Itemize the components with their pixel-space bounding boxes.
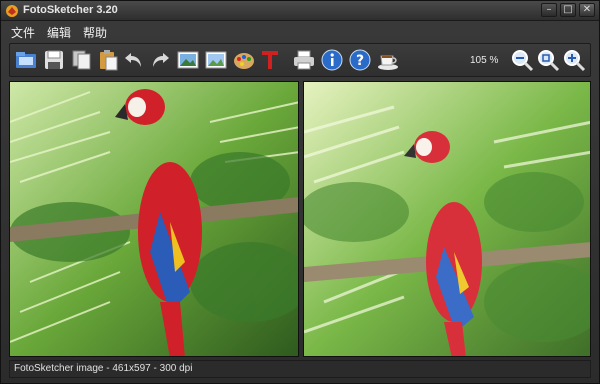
print-icon[interactable] — [292, 48, 316, 72]
close-button[interactable]: ✕ — [579, 3, 595, 17]
status-text: FotoSketcher image - 461x597 - 300 dpi — [14, 363, 193, 374]
menu-file[interactable]: 文件 — [11, 24, 35, 41]
zoom-out-icon[interactable] — [510, 48, 534, 72]
menu-edit[interactable]: 编辑 — [47, 24, 71, 41]
fotosketcher-logo-icon — [6, 5, 18, 17]
image-result-icon[interactable] — [204, 48, 228, 72]
undo-icon[interactable] — [122, 48, 146, 72]
app-window: FotoSketcher 3.20 – □ ✕ 文件 编辑 帮助 ? 105 %… — [0, 0, 600, 384]
window-title: FotoSketcher 3.20 — [23, 4, 118, 16]
open-icon[interactable] — [14, 48, 38, 72]
copy-icon[interactable] — [70, 48, 94, 72]
palette-icon[interactable] — [232, 48, 256, 72]
title-bar[interactable]: FotoSketcher 3.20 – □ ✕ — [1, 1, 599, 21]
result-image-pane[interactable] — [303, 81, 591, 357]
paste-icon[interactable] — [96, 48, 120, 72]
zoom-fit-icon[interactable] — [536, 48, 560, 72]
menu-help[interactable]: 帮助 — [83, 24, 107, 41]
minimize-button[interactable]: – — [541, 3, 557, 17]
image-original-icon[interactable] — [176, 48, 200, 72]
save-icon[interactable] — [42, 48, 66, 72]
sketched-photo — [304, 82, 590, 356]
status-bar: FotoSketcher image - 461x597 - 300 dpi — [9, 360, 591, 378]
toolbar: ? 105 % — [9, 43, 591, 77]
redo-icon[interactable] — [148, 48, 172, 72]
menu-bar: 文件 编辑 帮助 — [1, 22, 599, 42]
coffee-icon[interactable] — [376, 48, 400, 72]
help-icon[interactable]: ? — [348, 48, 372, 72]
original-image-pane[interactable] — [9, 81, 299, 357]
text-icon[interactable] — [258, 48, 282, 72]
svg-text:?: ? — [356, 53, 364, 69]
info-icon[interactable] — [320, 48, 344, 72]
original-photo — [10, 82, 298, 356]
zoom-level: 105 % — [470, 55, 499, 66]
zoom-in-icon[interactable] — [562, 48, 586, 72]
maximize-button[interactable]: □ — [560, 3, 576, 17]
window-controls: – □ ✕ — [541, 3, 595, 17]
